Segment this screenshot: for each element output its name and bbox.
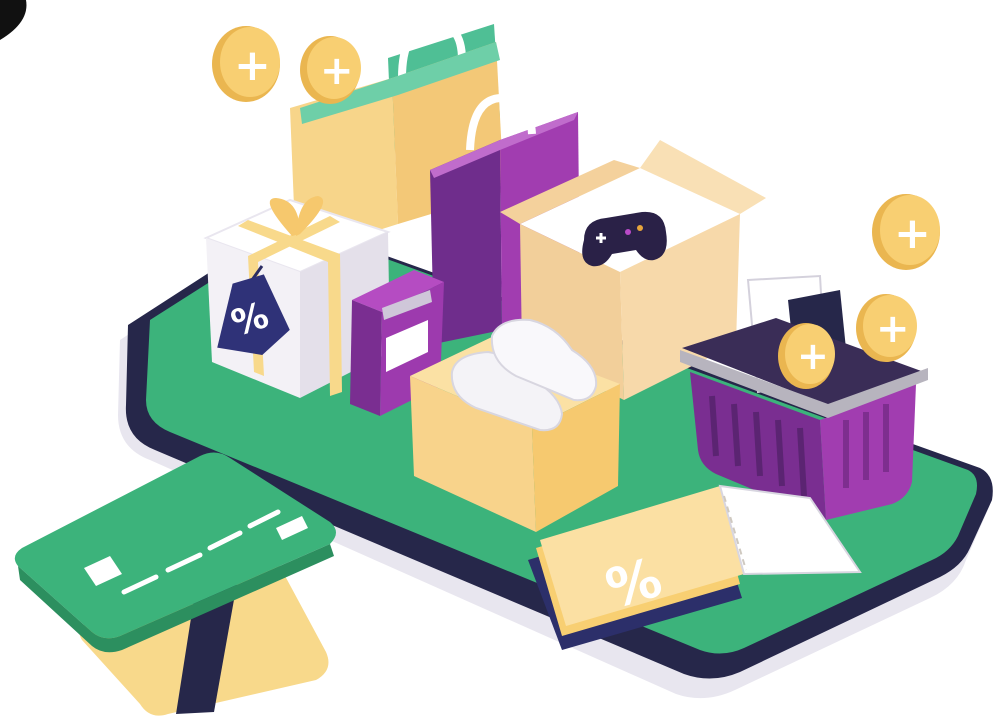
online-shopping-illustration: % % + + + + + [0,0,993,716]
coin-3-symbol: + [894,208,931,259]
coin-2-symbol: + [320,48,354,94]
coin-1-symbol: + [234,40,271,91]
coin-2: + [300,36,361,104]
coin-1: + [212,26,280,102]
coin-3: + [872,194,940,270]
coin-4: + [856,294,917,362]
coin-4-symbol: + [876,306,910,352]
corner-dark-shape [0,0,27,40]
coin-5-symbol: + [797,334,829,378]
